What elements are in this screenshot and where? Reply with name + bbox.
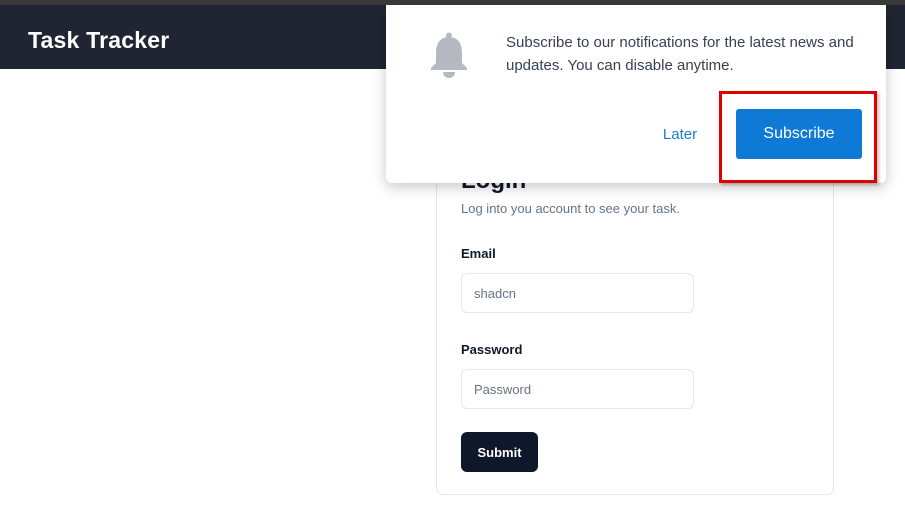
login-subtitle: Log into you account to see your task. (461, 201, 680, 216)
subscribe-button[interactable]: Subscribe (736, 109, 862, 159)
bell-icon (431, 32, 467, 78)
later-button[interactable]: Later (648, 123, 712, 145)
email-label: Email (461, 246, 496, 261)
email-field[interactable] (461, 273, 694, 313)
app-title: Task Tracker (28, 27, 170, 53)
notification-message: Subscribe to our notifications for the l… (506, 34, 854, 74)
password-label: Password (461, 342, 523, 357)
password-field[interactable] (461, 369, 694, 409)
login-card: Login Log into you account to see your t… (436, 150, 834, 495)
notification-popup: Subscribe to our notifications for the l… (386, 5, 886, 183)
submit-button[interactable]: Submit (461, 432, 538, 472)
